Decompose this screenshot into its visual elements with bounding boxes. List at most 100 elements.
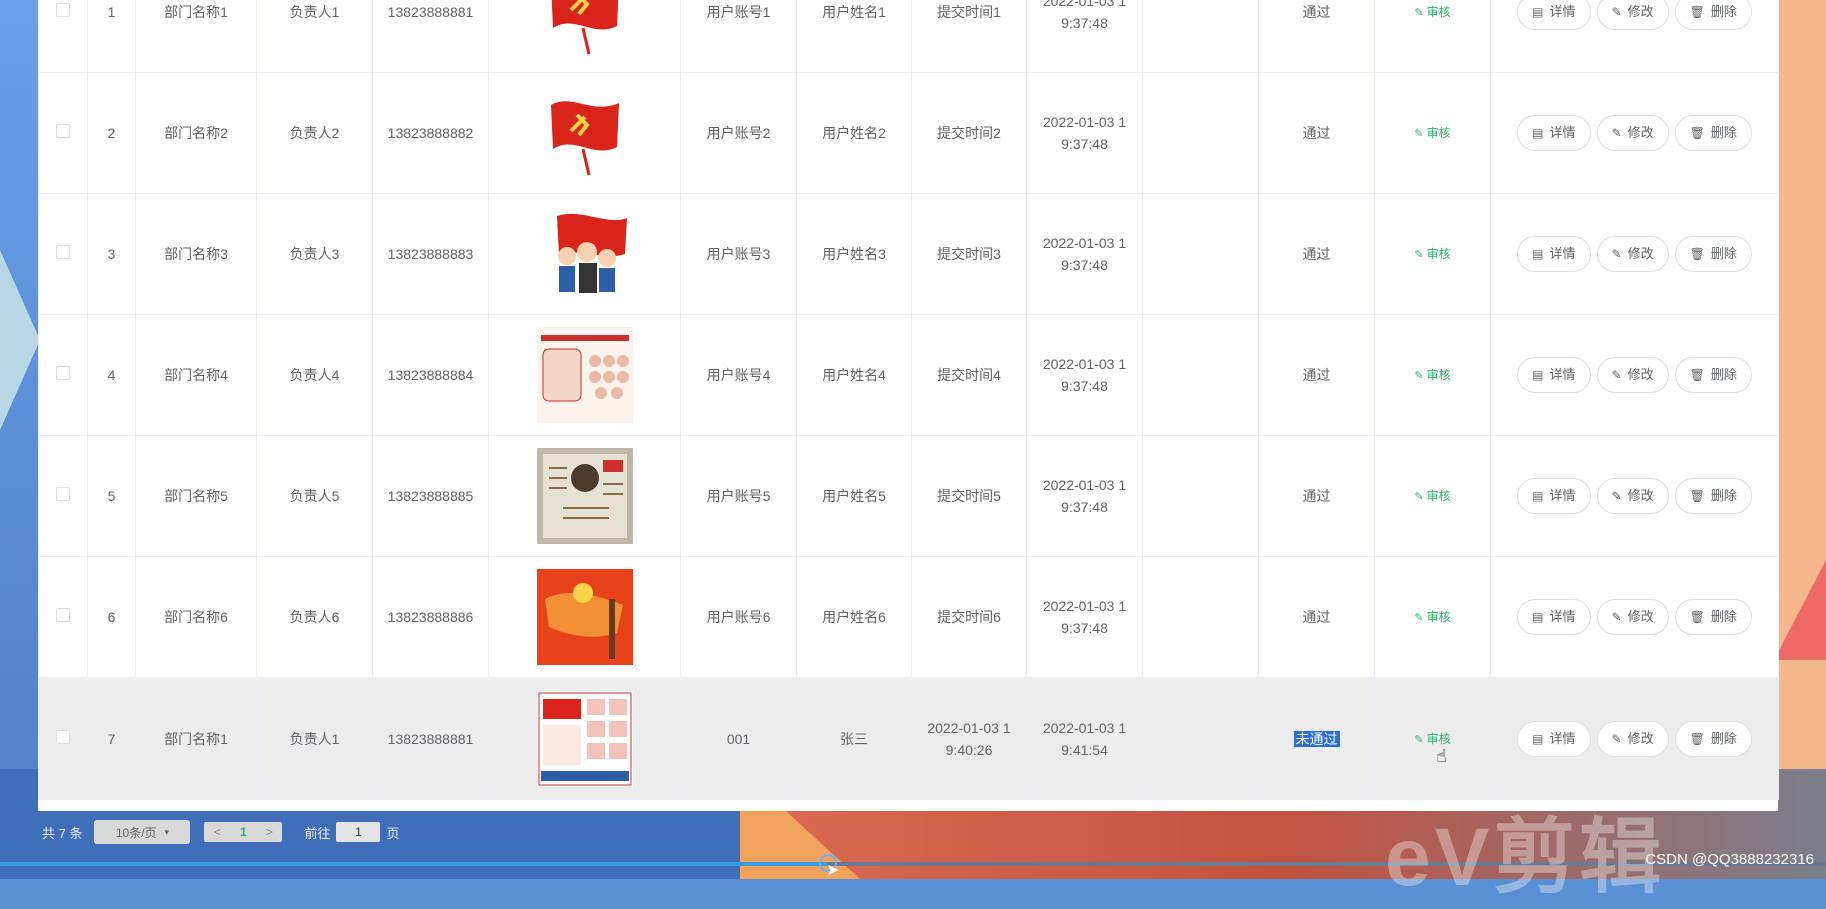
trash-icon: 🗑 xyxy=(1689,5,1705,19)
review-label: 审核 xyxy=(1426,610,1451,624)
edit-button[interactable]: ✎ 修改 xyxy=(1596,720,1669,757)
row-checkbox[interactable] xyxy=(56,366,70,380)
edit-button[interactable]: ✎ 修改 xyxy=(1596,599,1669,635)
actions-cell: ▤ 详情 ✎ 修改 🗑 删除 xyxy=(1490,677,1779,800)
trash-icon: 🗑 xyxy=(1689,731,1705,746)
delete-label: 删除 xyxy=(1710,4,1737,19)
row-checkbox[interactable] xyxy=(56,124,70,138)
detail-button[interactable]: ▤ 详情 xyxy=(1517,720,1591,757)
detail-button[interactable]: ▤ 详情 xyxy=(1517,357,1591,393)
dept-cell: 部门名称1 xyxy=(135,0,257,73)
delete-button[interactable]: 🗑 删除 xyxy=(1674,478,1752,514)
detail-label: 详情 xyxy=(1549,246,1576,261)
status-cell: 未通过 xyxy=(1258,677,1375,800)
delete-label: 删除 xyxy=(1710,609,1737,624)
delete-button[interactable]: 🗑 删除 xyxy=(1674,720,1752,757)
prev-page-button[interactable]: < xyxy=(214,825,221,839)
table-row[interactable]: 4 部门名称4 负责人4 13823888884 用户账号4 用户姓名4 提交时间4 2022… xyxy=(38,314,1779,436)
actions-cell: ▤ 详情 ✎ 修改 🗑 删除 xyxy=(1490,0,1779,73)
delete-button[interactable]: 🗑 删除 xyxy=(1674,357,1752,393)
edit-button[interactable]: ✎ 修改 xyxy=(1596,0,1669,30)
pen-icon: ✎ xyxy=(1414,128,1424,140)
submit-cell: 2022-01-03 1 9:40:26 xyxy=(911,677,1027,800)
table-row[interactable]: 3 部门名称3 负责人3 13823888883 用户账号3 用户姓名3 提交时间3 2022… xyxy=(38,193,1779,315)
goto-page-input[interactable]: 1 xyxy=(336,822,381,842)
status-text: 未通过 xyxy=(1293,730,1340,747)
pen-icon: ✎ xyxy=(1611,5,1622,19)
background-right xyxy=(1774,0,1826,879)
edit-button[interactable]: ✎ 修改 xyxy=(1596,115,1669,151)
row-checkbox[interactable] xyxy=(56,3,70,17)
review-link[interactable]: ✎ 审核 xyxy=(1414,126,1450,140)
table-row[interactable]: 7 部门名称1 负责人1 13823888881 001 张三 2022-01-03 1 9… xyxy=(38,677,1779,800)
status-cell: 通过 xyxy=(1258,0,1375,73)
phone-cell: 13823888886 xyxy=(372,556,489,678)
status-text: 通过 xyxy=(1302,246,1331,262)
row-select-cell xyxy=(38,435,88,557)
goto-prefix: 前往 xyxy=(304,825,331,841)
detail-label: 详情 xyxy=(1549,367,1576,382)
account-cell: 用户账号3 xyxy=(680,193,797,315)
review-link[interactable]: ✎ 审核 xyxy=(1414,247,1450,261)
thumbnail-image xyxy=(536,85,633,181)
review-link[interactable]: ✎ 审核 xyxy=(1414,732,1450,746)
edit-button[interactable]: ✎ 修改 xyxy=(1596,478,1669,514)
edit-label: 修改 xyxy=(1627,367,1654,382)
row-checkbox[interactable] xyxy=(56,608,70,622)
actions-cell: ▤ 详情 ✎ 修改 🗑 删除 xyxy=(1490,72,1779,194)
dept-cell: 部门名称2 xyxy=(135,72,257,194)
review-link[interactable]: ✎ 审核 xyxy=(1414,489,1450,503)
row-checkbox[interactable] xyxy=(56,245,70,259)
image-cell xyxy=(488,677,681,800)
table-row[interactable]: 5 部门名称5 负责人5 13823888885 用户账号5 用户姓名5 提交时间5 2022… xyxy=(38,435,1779,557)
table-row[interactable]: 2 部门名称2 负责人2 13823888882 用户账号2 用户姓名2 提交时间2 2022… xyxy=(38,72,1779,194)
detail-button[interactable]: ▤ 详情 xyxy=(1517,478,1591,514)
current-page[interactable]: 1 xyxy=(240,825,247,839)
status-text: 通过 xyxy=(1302,367,1331,383)
review-link[interactable]: ✎ 审核 xyxy=(1414,5,1450,19)
detail-button[interactable]: ▤ 详情 xyxy=(1517,599,1591,635)
row-checkbox[interactable] xyxy=(56,729,70,744)
page-size-select[interactable]: 10条/页 ▾ xyxy=(94,820,191,844)
dept-cell: 部门名称1 xyxy=(135,677,257,800)
detail-button[interactable]: ▤ 详情 xyxy=(1517,236,1591,272)
status-cell: 通过 xyxy=(1258,314,1375,436)
delete-button[interactable]: 🗑 删除 xyxy=(1674,0,1752,30)
actions-cell: ▤ 详情 ✎ 修改 🗑 删除 xyxy=(1490,435,1779,557)
edit-button[interactable]: ✎ 修改 xyxy=(1596,236,1669,272)
detail-button[interactable]: ▤ 详情 xyxy=(1517,115,1591,151)
index-cell: 1 xyxy=(87,0,136,73)
review-label: 审核 xyxy=(1426,489,1451,503)
review-link[interactable]: ✎ 审核 xyxy=(1414,610,1450,624)
edit-label: 修改 xyxy=(1627,609,1654,624)
status-cell: 通过 xyxy=(1258,556,1375,678)
pen-icon: ✎ xyxy=(1611,126,1622,140)
phone-cell: 13823888883 xyxy=(372,193,489,315)
time-cell: 2022-01-03 1 9:37:48 xyxy=(1026,72,1143,194)
reply-cell xyxy=(1142,556,1259,678)
status-text: 通过 xyxy=(1302,609,1331,625)
delete-label: 删除 xyxy=(1710,730,1737,746)
review-cell: ✎ 审核 xyxy=(1374,193,1491,315)
status-text: 通过 xyxy=(1302,125,1331,141)
next-page-button[interactable]: > xyxy=(266,825,273,839)
thumbnail-image xyxy=(536,206,633,302)
delete-label: 删除 xyxy=(1710,367,1737,382)
document-icon: ▤ xyxy=(1532,368,1544,382)
delete-button[interactable]: 🗑 删除 xyxy=(1674,236,1752,272)
table-row[interactable]: 1 部门名称1 负责人1 13823888881 用户账号1 用户姓名1 提交时间1 2022… xyxy=(38,0,1779,73)
image-cell xyxy=(488,556,681,678)
row-checkbox[interactable] xyxy=(56,487,70,501)
detail-label: 详情 xyxy=(1549,4,1576,19)
edit-button[interactable]: ✎ 修改 xyxy=(1596,357,1669,393)
review-link[interactable]: ✎ 审核 xyxy=(1414,368,1450,382)
delete-button[interactable]: 🗑 删除 xyxy=(1674,599,1752,635)
background-left-shape xyxy=(0,250,40,430)
table-row[interactable]: 6 部门名称6 负责人6 13823888886 用户账号6 用户姓名6 提交时间6 2022… xyxy=(38,556,1779,678)
row-select-cell xyxy=(38,677,88,800)
delete-label: 删除 xyxy=(1710,488,1737,503)
delete-button[interactable]: 🗑 删除 xyxy=(1674,115,1752,151)
pen-icon: ✎ xyxy=(1414,370,1424,382)
pagination: 共 7 条 10条/页 ▾ < 1 > 前往 1 页 xyxy=(42,820,400,844)
detail-button[interactable]: ▤ 详情 xyxy=(1517,0,1591,30)
